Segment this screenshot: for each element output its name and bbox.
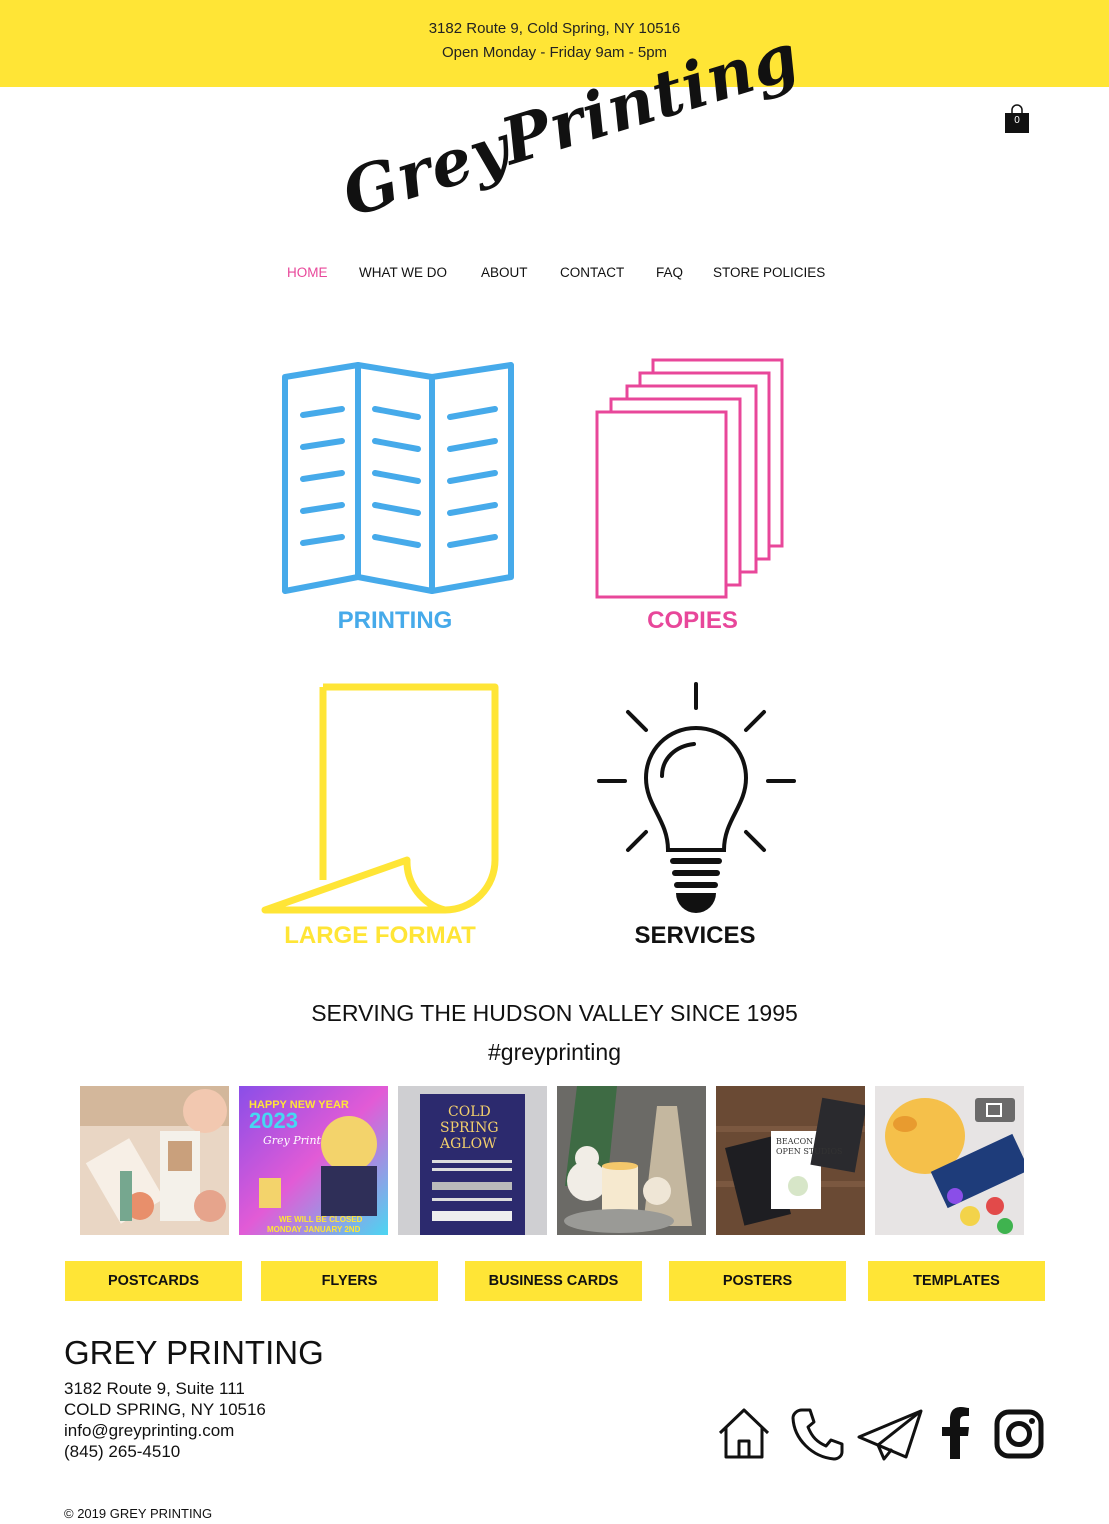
cart-count: 0: [1014, 115, 1020, 126]
posters-button[interactable]: POSTERS: [669, 1261, 846, 1301]
tagline-heading: SERVING THE HUDSON VALLEY SINCE 1995: [311, 1000, 798, 1026]
svg-text:AGLOW: AGLOW: [439, 1136, 497, 1152]
templates-button[interactable]: TEMPLATES: [868, 1261, 1045, 1301]
store-hours: Open Monday - Friday 9am - 5pm: [441, 44, 668, 61]
flyers-button[interactable]: FLYERS: [261, 1261, 438, 1301]
home-link[interactable]: [715, 1405, 773, 1463]
photo-cold-spring-aglow[interactable]: COLD SPRING AGLOW: [398, 1086, 547, 1235]
svg-text:COLD: COLD: [448, 1104, 491, 1120]
main-nav: HOME WHAT WE DO ABOUT CONTACT FAQ STORE …: [0, 265, 1109, 285]
photo-beacon-open-studios[interactable]: BEACON OPEN STUDIOS: [716, 1086, 865, 1235]
photo-bookmarks[interactable]: [80, 1086, 229, 1235]
logo-word-grey: Grey: [334, 110, 519, 232]
paper-plane-icon: [857, 1409, 923, 1461]
tile-copies[interactable]: COPIES: [580, 355, 805, 645]
hashtag: #greyprinting: [488, 1039, 621, 1065]
footer-email[interactable]: info@greyprinting.com: [64, 1421, 234, 1441]
site-logo[interactable]: Grey Printing: [334, 19, 807, 260]
svg-text:WE WILL BE CLOSED: WE WILL BE CLOSED: [279, 1215, 363, 1224]
svg-text:OPEN STUDIOS: OPEN STUDIOS: [776, 1147, 843, 1156]
tile-services[interactable]: SERVICES: [590, 678, 800, 955]
tile-large-format[interactable]: LARGE FORMAT: [255, 680, 510, 955]
nav-store-policies[interactable]: STORE POLICIES: [713, 265, 825, 280]
footer-address-line2: COLD SPRING, NY 10516: [64, 1400, 266, 1419]
stacked-pages-icon: [595, 358, 784, 599]
phone-icon: [791, 1408, 844, 1461]
nav-faq[interactable]: FAQ: [656, 265, 683, 280]
facebook-link[interactable]: [928, 1405, 986, 1463]
photo-rubber-duck[interactable]: [875, 1086, 1024, 1235]
tile-large-format-label: LARGE FORMAT: [284, 922, 476, 949]
announcement-bar: 3182 Route 9, Cold Spring, NY 10516 Open…: [0, 0, 1109, 87]
folded-brochure-icon: [282, 362, 514, 594]
message-link[interactable]: [856, 1405, 923, 1463]
home-icon: [718, 1408, 770, 1459]
copyright-text: © 2019 GREY PRINTING: [64, 1506, 213, 1521]
business-cards-button[interactable]: BUSINESS CARDS: [465, 1261, 642, 1301]
tile-printing-label: PRINTING: [337, 607, 453, 634]
svg-text:2023: 2023: [249, 1108, 298, 1133]
tile-services-label: SERVICES: [634, 922, 756, 949]
phone-link[interactable]: [788, 1405, 846, 1463]
lightbulb-icon: [597, 682, 796, 913]
postcards-button[interactable]: POSTCARDS: [65, 1261, 242, 1301]
instagram-link[interactable]: [990, 1405, 1048, 1463]
nav-home[interactable]: HOME: [287, 265, 328, 280]
instagram-icon: [994, 1409, 1044, 1459]
nav-contact[interactable]: CONTACT: [560, 265, 624, 280]
svg-text:BEACON: BEACON: [776, 1137, 813, 1146]
photo-holiday-display[interactable]: [557, 1086, 706, 1235]
facebook-icon: [942, 1407, 969, 1459]
cart-button[interactable]: 0: [1004, 104, 1030, 134]
curled-sheet-icon: [261, 683, 499, 914]
footer-phone[interactable]: (845) 265-4510: [64, 1442, 180, 1462]
tile-printing[interactable]: PRINTING: [270, 355, 520, 645]
svg-text:SPRING: SPRING: [440, 1120, 499, 1136]
store-address: 3182 Route 9, Cold Spring, NY 10516: [428, 20, 681, 37]
photo-new-year-flyer[interactable]: HAPPY NEW YEAR 2023 Grey Printing WE WIL…: [239, 1086, 388, 1235]
footer-company-name: GREY PRINTING: [64, 1334, 324, 1371]
svg-text:MONDAY JANUARY 2ND: MONDAY JANUARY 2ND: [267, 1225, 361, 1234]
nav-about[interactable]: ABOUT: [481, 265, 528, 280]
footer-address-line1: 3182 Route 9, Suite 111: [64, 1379, 245, 1398]
tile-copies-label: COPIES: [647, 607, 738, 634]
nav-what-we-do[interactable]: WHAT WE DO: [359, 265, 447, 280]
